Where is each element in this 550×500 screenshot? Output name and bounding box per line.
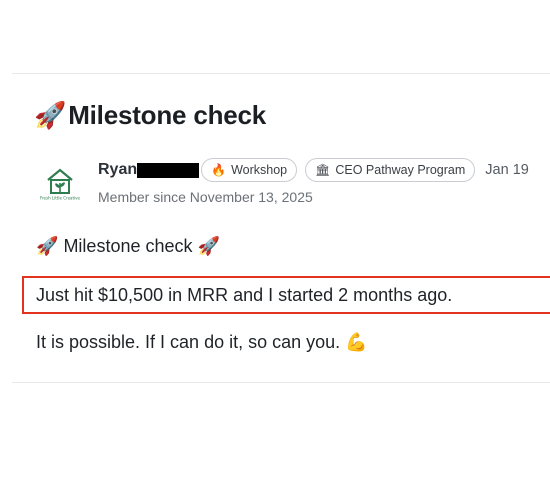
avatar[interactable]: Fresh Little Creative <box>38 163 82 201</box>
body-line-possible: It is possible. If I can do it, so can y… <box>36 332 368 353</box>
post-title-text: Milestone check <box>68 100 267 130</box>
badge-ceo-pathway[interactable]: 🏛 CEO Pathway Program <box>305 158 476 182</box>
post-card: 🚀 Milestone check Fresh Little Creative … <box>12 73 550 383</box>
body-text: Milestone check <box>63 236 193 256</box>
post-date: Jan 19 <box>485 162 529 178</box>
rocket-icon: 🚀 <box>34 100 67 131</box>
classical-building-icon: 🏛 <box>315 163 331 177</box>
rocket-icon: 🚀 <box>36 236 59 257</box>
badge-workshop[interactable]: 🔥 Workshop <box>201 158 298 182</box>
badge-label: CEO Pathway Program <box>335 163 466 177</box>
flexed-biceps-icon: 💪 <box>345 332 368 353</box>
badge-label: Workshop <box>231 163 288 177</box>
avatar-caption: Fresh Little Creative <box>40 196 81 201</box>
author-name[interactable]: Ryan <box>98 161 137 179</box>
body-line-milestone: 🚀 Milestone check 🚀 <box>36 236 220 257</box>
author-row: Ryan 🔥 Workshop 🏛 CEO Pathway Program Ja… <box>98 158 529 182</box>
rocket-icon: 🚀 <box>197 236 220 257</box>
body-text: It is possible. If I can do it, so can y… <box>36 332 341 352</box>
fire-icon: 🔥 <box>211 163 227 177</box>
member-since: Member since November 13, 2025 <box>98 189 313 205</box>
redaction-bar <box>137 162 200 178</box>
house-plant-logo-icon: Fresh Little Creative <box>40 168 81 201</box>
post-title: 🚀 Milestone check <box>34 100 266 131</box>
body-line-mrr: Just hit $10,500 in MRR and I started 2 … <box>36 285 453 305</box>
